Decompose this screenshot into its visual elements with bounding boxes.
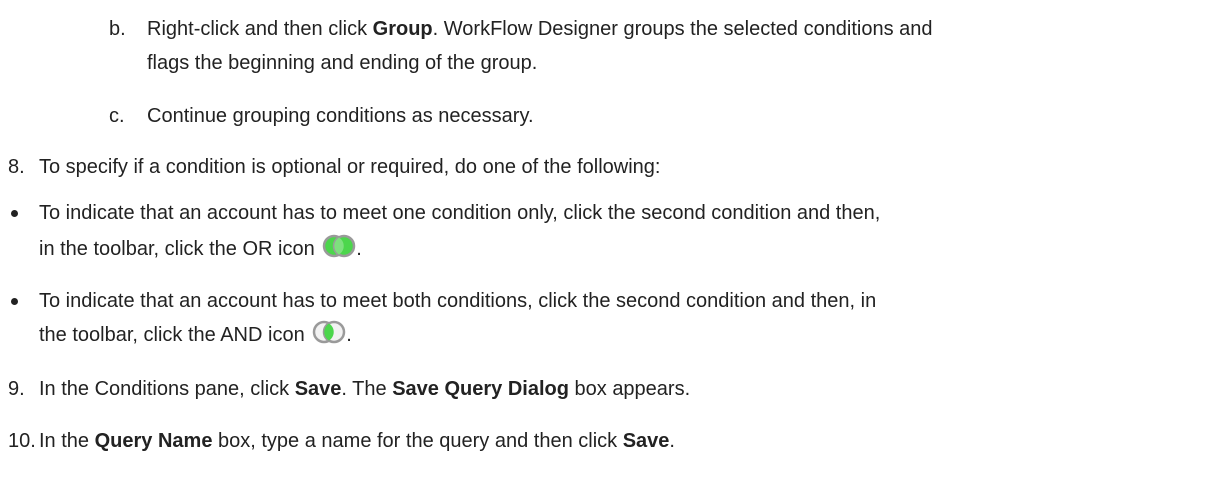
- step-marker: 9.: [8, 378, 25, 400]
- ui-term-save-query-dialog: Save Query Dialog: [392, 378, 569, 400]
- bullet-text: To indicate that an account has to meet …: [39, 290, 877, 312]
- ui-term-save: Save: [622, 430, 670, 452]
- step-marker: 8.: [8, 156, 25, 178]
- step-text: To specify if a condition is optional or…: [39, 156, 661, 178]
- bullet-text: To indicate that an account has to meet …: [39, 202, 881, 224]
- and-icon: [312, 320, 346, 355]
- bullet-or-continuation: in the toolbar, click the OR icon .: [39, 232, 362, 269]
- step-text: In the Query Name box, type a name for t…: [39, 430, 675, 452]
- ui-term-group: Group: [372, 18, 433, 40]
- step-text: Continue grouping conditions as necessar…: [147, 105, 534, 127]
- ui-term-save: Save: [294, 378, 342, 400]
- bullet-and-continuation: the toolbar, click the AND icon .: [39, 318, 352, 355]
- step-text: In the Conditions pane, click Save. The …: [39, 378, 691, 400]
- step-text: Right-click and then click Group. WorkFl…: [147, 18, 933, 40]
- ui-term-query-name: Query Name: [94, 430, 213, 452]
- step-marker: c.: [109, 105, 125, 127]
- step-marker: 10.: [8, 430, 36, 452]
- step-marker: b.: [109, 18, 126, 40]
- step-b-continuation: flags the beginning and ending of the gr…: [147, 52, 538, 74]
- document-page: b. Right-click and then click Group. Wor…: [0, 0, 1214, 497]
- or-icon: [322, 234, 356, 269]
